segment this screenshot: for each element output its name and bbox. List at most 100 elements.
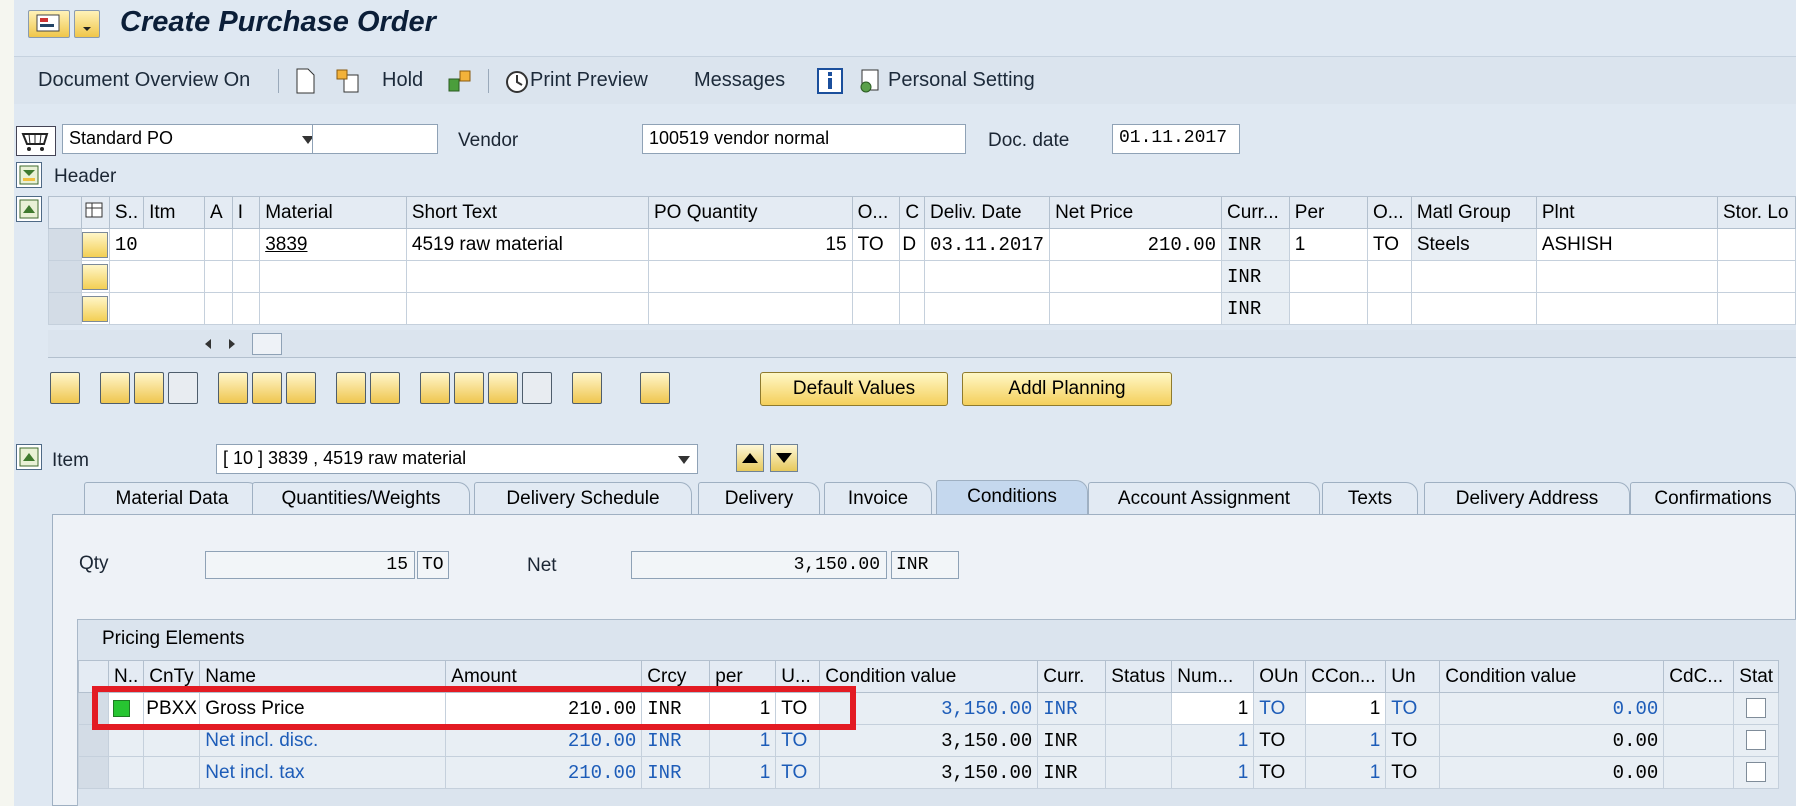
numerator-cell[interactable]: 1 [1171, 692, 1255, 725]
material-group-cell[interactable]: Steels [1410, 228, 1537, 261]
column-header[interactable]: Stor. Lo [1716, 196, 1796, 229]
order-unit-cell[interactable] [851, 292, 901, 325]
po-quantity-cell[interactable]: 15 [647, 228, 853, 261]
addl-planning-button[interactable]: Addl Planning [962, 372, 1172, 406]
item-select[interactable]: [ 10 ] 3839 , 4519 raw material [216, 444, 698, 474]
short-text-cell[interactable] [405, 292, 649, 325]
tab-conditions[interactable]: Conditions [936, 480, 1088, 516]
short-text-cell[interactable]: 4519 raw material [405, 228, 649, 261]
filter-delete-icon[interactable] [522, 372, 552, 404]
select-block-icon[interactable] [134, 372, 164, 404]
material-cell[interactable] [259, 292, 407, 325]
per-cell[interactable] [1288, 260, 1368, 293]
new-document-icon[interactable] [294, 67, 316, 100]
column-header[interactable]: Curr. [1037, 660, 1107, 693]
account-assignment-cell[interactable] [203, 260, 233, 293]
net-price-cell[interactable]: 210.00 [1049, 228, 1223, 261]
collapse-item-detail-icon[interactable] [16, 444, 42, 470]
scroll-right-icon[interactable] [226, 338, 238, 350]
item-category-cell[interactable] [231, 260, 261, 293]
order-price-unit-cell[interactable] [1366, 260, 1412, 293]
default-values-button[interactable]: Default Values [760, 372, 948, 406]
column-header[interactable]: CdC... [1663, 660, 1735, 693]
item-number-cell[interactable]: 10 [108, 228, 205, 261]
statistical-checkbox[interactable] [1733, 724, 1780, 757]
personal-setting-button[interactable]: Personal Setting [888, 69, 1035, 92]
tab-account-assignment[interactable]: Account Assignment [1088, 482, 1320, 516]
doc-date-field[interactable]: 01.11.2017 [1112, 124, 1240, 154]
column-header[interactable]: PO Quantity [647, 196, 853, 229]
cart-icon[interactable] [16, 126, 56, 156]
info-icon[interactable] [816, 67, 844, 100]
date-category-cell[interactable] [899, 260, 926, 293]
item-category-cell[interactable] [231, 228, 261, 261]
per-cell[interactable] [1288, 292, 1368, 325]
item-number-cell[interactable] [108, 292, 205, 325]
column-header[interactable]: Per [1288, 196, 1368, 229]
lock-icon[interactable] [252, 372, 282, 404]
copy-document-icon[interactable] [334, 67, 362, 100]
order-price-unit-cell[interactable]: TO [1366, 228, 1412, 261]
material-cell[interactable]: 3839 [259, 228, 407, 261]
tab-delivery-address[interactable]: Delivery Address [1424, 482, 1630, 516]
unlock-icon[interactable] [286, 372, 316, 404]
row-selector[interactable] [48, 260, 82, 293]
po-quantity-cell[interactable] [647, 260, 853, 293]
order-unit-cell[interactable] [851, 260, 901, 293]
expand-header-icon[interactable] [16, 162, 42, 188]
deselect-all-icon[interactable] [168, 372, 198, 404]
account-assignment-cell[interactable] [203, 228, 233, 261]
tab-invoice[interactable]: Invoice [824, 482, 932, 516]
column-header[interactable]: Short Text [405, 196, 649, 229]
column-header[interactable]: Un [1385, 660, 1441, 693]
personal-setting-icon[interactable] [856, 67, 884, 100]
statistical-checkbox[interactable] [1733, 692, 1780, 725]
status-icon[interactable] [80, 228, 110, 261]
collapse-item-overview-icon[interactable] [16, 196, 42, 222]
column-header[interactable]: CCon... [1305, 660, 1387, 693]
column-header[interactable]: Itm [143, 196, 205, 229]
select-all-icon[interactable] [100, 372, 130, 404]
plant-cell[interactable] [1535, 292, 1718, 325]
tab-confirmations[interactable]: Confirmations [1630, 482, 1796, 516]
account-assignment-cell[interactable] [203, 292, 233, 325]
plant-cell[interactable]: ASHISH [1535, 228, 1718, 261]
table-row[interactable]: INR [48, 292, 1796, 325]
horizontal-scrollbar[interactable] [48, 330, 1796, 358]
delivery-date-cell[interactable] [924, 292, 1051, 325]
sort-descending-icon[interactable] [454, 372, 484, 404]
column-header[interactable]: OUn [1253, 660, 1307, 693]
column-header[interactable]: Matl Group [1410, 196, 1537, 229]
column-header[interactable]: C [899, 196, 926, 229]
storage-location-cell[interactable] [1716, 292, 1796, 325]
delete-icon[interactable] [218, 372, 248, 404]
tab-delivery-schedule[interactable]: Delivery Schedule [474, 482, 692, 516]
per-cell[interactable]: 1 [1288, 228, 1368, 261]
table-row[interactable]: Net incl. tax 210.00 INR 1 TO 3,150.00 I… [78, 756, 1780, 789]
table-row[interactable]: 10 3839 4519 raw material 15 TO D 03.11.… [48, 228, 1796, 261]
net-price-cell[interactable] [1049, 260, 1223, 293]
column-header[interactable]: S.. [108, 196, 145, 229]
material-group-cell[interactable] [1410, 260, 1537, 293]
column-header[interactable]: Deliv. Date [924, 196, 1051, 229]
sort-ascending-icon[interactable] [420, 372, 450, 404]
print-icon[interactable] [370, 372, 400, 404]
system-menu-icon[interactable] [28, 10, 70, 38]
scroll-position-icon[interactable] [252, 333, 282, 355]
table-row[interactable]: INR [48, 260, 1796, 293]
storage-location-cell[interactable] [1716, 260, 1796, 293]
item-number-cell[interactable] [108, 260, 205, 293]
document-icon[interactable] [640, 372, 670, 404]
column-header[interactable]: Condition value [1439, 660, 1665, 693]
delivery-date-cell[interactable] [924, 260, 1051, 293]
date-category-cell[interactable] [899, 292, 926, 325]
scroll-left-icon[interactable] [202, 338, 214, 350]
row-selector[interactable] [48, 292, 82, 325]
tab-material-data[interactable]: Material Data [84, 482, 260, 516]
table-settings-icon[interactable] [80, 196, 110, 229]
date-category-cell[interactable]: D [899, 228, 926, 261]
order-type-select[interactable]: Standard PO [62, 124, 322, 154]
column-header[interactable]: Material [259, 196, 407, 229]
select-all-cell[interactable] [48, 196, 82, 229]
order-number-field[interactable] [312, 124, 438, 154]
